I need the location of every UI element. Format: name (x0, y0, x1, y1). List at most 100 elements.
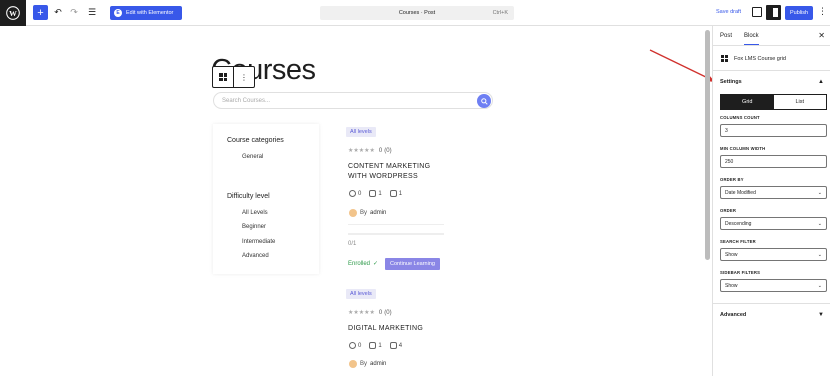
layout-toggle: Grid List (720, 94, 827, 110)
rating-stars: ★★★★★ 0 (0) (348, 309, 392, 317)
editor-canvas: Courses ⋮ Search Courses... Course categ… (0, 26, 712, 376)
search-submit-button[interactable] (477, 94, 491, 108)
advanced-section-toggle[interactable]: Advanced ▼ (713, 304, 830, 326)
course-author: By admin (349, 360, 386, 368)
review-count: (0) (384, 147, 392, 154)
svg-text:W: W (9, 9, 17, 18)
search-icon (480, 97, 488, 105)
grid-block-icon (721, 55, 728, 62)
order-label: ORDER (720, 208, 737, 213)
columns-count-label: COLUMNS COUNT (720, 115, 760, 120)
lessons-icon (369, 190, 377, 197)
order-select[interactable]: Descending ⌄ (720, 217, 827, 230)
search-placeholder: Search Courses... (222, 97, 271, 104)
course-search-input[interactable]: Search Courses... (213, 92, 493, 109)
chevron-down-icon: ⌄ (817, 282, 822, 289)
add-block-button[interactable]: + (33, 5, 48, 20)
block-name: Fox LMS Course grid (734, 55, 786, 62)
chevron-down-icon: ▼ (818, 312, 824, 318)
tab-post[interactable]: Post (720, 33, 732, 39)
course-title[interactable]: DIGITAL MARKETING (348, 324, 423, 334)
shortcut-hint: Ctrl+K (492, 10, 508, 16)
undo-icon[interactable]: ↶ (52, 5, 64, 20)
tab-block[interactable]: Block (744, 33, 759, 45)
quizzes-icon (389, 190, 397, 197)
categories-heading: Course categories (227, 137, 284, 144)
elementor-icon: E (114, 9, 122, 17)
author-avatar (349, 360, 357, 368)
canvas-scrollbar[interactable] (705, 30, 710, 260)
category-item[interactable]: General (242, 154, 263, 160)
wordpress-logo-icon[interactable]: W (0, 0, 26, 26)
block-toolbar: ⋮ (212, 66, 255, 88)
course-author: By admin (349, 209, 386, 217)
level-item-all[interactable]: All Levels (242, 210, 268, 216)
search-filter-select[interactable]: Show ⌄ (720, 248, 827, 261)
lessons-icon (369, 342, 377, 349)
block-card: Fox LMS Course grid (713, 47, 830, 71)
divider (348, 224, 444, 225)
quizzes-count: 1 (389, 190, 402, 197)
min-column-width-input[interactable]: 250 (720, 155, 827, 168)
document-overview-icon[interactable]: ☰ (86, 5, 98, 20)
layout-grid-option[interactable]: Grid (721, 95, 774, 109)
chevron-down-icon: ⌄ (817, 189, 822, 196)
quizzes-count: 4 (389, 342, 402, 349)
sidebar-filters-select[interactable]: Show ⌄ (720, 279, 827, 292)
progress-text: 0/1 (348, 241, 357, 247)
command-palette-bar[interactable]: Courses · Post Ctrl+K (320, 6, 514, 20)
block-options-kebab-icon[interactable]: ⋮ (234, 67, 254, 87)
settings-section-toggle[interactable]: Settings ▲ (713, 71, 830, 93)
level-item-beginner[interactable]: Beginner (242, 224, 266, 230)
close-icon[interactable]: ✕ (818, 31, 825, 40)
author-avatar (349, 209, 357, 217)
search-filter-label: SEARCH FILTER (720, 239, 756, 244)
settings-sidebar-toggle-icon[interactable] (766, 5, 781, 20)
rating-value: 0 (378, 309, 383, 316)
star-icons: ★★★★★ (348, 310, 375, 316)
columns-count-input[interactable]: 3 (720, 124, 827, 137)
publish-button[interactable]: Publish (785, 6, 813, 20)
course-progress-bar (348, 233, 444, 235)
lessons-count: 1 (369, 342, 382, 349)
level-badge: All levels (346, 289, 376, 299)
panel-tabs: Post Block ✕ (713, 26, 830, 46)
students-icon (349, 342, 356, 349)
students-count: 0 (349, 190, 361, 197)
chevron-up-icon: ▲ (818, 79, 824, 85)
students-icon (349, 190, 356, 197)
edit-with-elementor-button[interactable]: E Edit with Elementor (110, 6, 182, 20)
course-title[interactable]: CONTENT MARKETING WITH WORDPRESS (348, 162, 430, 182)
course-meta: 0 1 1 (349, 190, 402, 197)
top-toolbar: W + ↶ ↷ ☰ E Edit with Elementor Courses … (0, 0, 830, 26)
redo-icon[interactable]: ↷ (68, 5, 80, 20)
continue-learning-button[interactable]: Continue Learning (385, 258, 440, 270)
rating-stars: ★★★★★ 0 (0) (348, 147, 392, 155)
min-column-width-label: MIN COLUMN WIDTH (720, 146, 766, 151)
save-draft-button[interactable]: Save draft (716, 9, 741, 15)
order-by-select[interactable]: Date Modified ⌄ (720, 186, 827, 199)
sidebar-pane-icon (773, 8, 778, 17)
preview-icon[interactable] (752, 7, 762, 17)
students-count: 0 (349, 342, 361, 349)
rating-value: 0 (378, 147, 383, 154)
difficulty-heading: Difficulty level (227, 193, 270, 200)
course-filters-sidebar: Course categories General Difficulty lev… (213, 124, 319, 274)
course-meta: 0 1 4 (349, 342, 402, 349)
review-count: (0) (384, 309, 392, 316)
check-icon: ✓ (373, 261, 379, 267)
level-item-advanced[interactable]: Advanced (242, 253, 269, 259)
grid-block-icon (219, 73, 227, 81)
level-item-intermediate[interactable]: Intermediate (242, 239, 275, 245)
author-name[interactable]: admin (370, 210, 386, 216)
star-icons: ★★★★★ (348, 148, 375, 154)
document-title: Courses · Post (398, 10, 436, 16)
quizzes-icon (389, 342, 397, 349)
options-kebab-icon[interactable]: ⋮ (818, 7, 827, 16)
block-settings-panel: Post Block ✕ Fox LMS Course grid Setting… (712, 26, 830, 376)
author-name[interactable]: admin (370, 361, 386, 367)
block-type-button[interactable] (213, 67, 234, 87)
lessons-count: 1 (369, 190, 382, 197)
sidebar-filters-label: SIDEBAR FILTERS (720, 270, 761, 275)
layout-list-option[interactable]: List (774, 95, 827, 109)
